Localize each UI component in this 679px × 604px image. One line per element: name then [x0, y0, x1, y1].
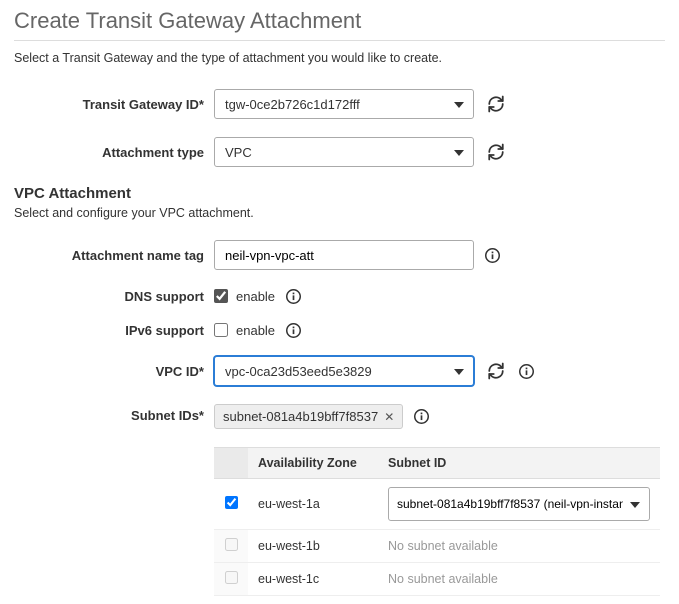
refresh-icon[interactable]	[484, 359, 508, 383]
row-transit-gateway-id: Transit Gateway ID* tgw-0ce2b726c1d172ff…	[14, 89, 665, 119]
close-icon[interactable]: ✕	[384, 410, 394, 424]
label-ipv6-support: IPv6 support	[14, 323, 214, 338]
subnet-row-checkbox	[225, 571, 238, 584]
label-dns-support: DNS support	[14, 289, 214, 304]
vpc-id-select[interactable]: vpc-0ca23d53eed5e3829	[214, 356, 474, 386]
table-row: eu-west-1a subnet-081a4b19bff7f8537 (nei…	[214, 479, 660, 530]
row-attachment-name-tag: Attachment name tag	[14, 240, 665, 270]
dns-support-checkbox-label: enable	[236, 289, 275, 304]
table-row: eu-west-1c No subnet available	[214, 563, 660, 596]
info-icon[interactable]	[285, 322, 301, 338]
row-ipv6-support: IPv6 support enable	[14, 322, 665, 338]
label-transit-gateway-id: Transit Gateway ID*	[14, 97, 214, 112]
dns-support-checkbox-wrap: enable	[214, 289, 275, 304]
label-attachment-name-tag: Attachment name tag	[14, 248, 214, 263]
table-row: eu-west-1b No subnet available	[214, 530, 660, 563]
subnet-row-select[interactable]: subnet-081a4b19bff7f8537 (neil-vpn-insta…	[388, 487, 650, 521]
subnet-row-unavailable: No subnet available	[378, 563, 660, 596]
label-subnet-ids: Subnet IDs*	[14, 404, 214, 423]
selected-subnet-tag[interactable]: subnet-081a4b19bff7f8537 ✕	[214, 404, 403, 429]
subnet-row-unavailable: No subnet available	[378, 530, 660, 563]
row-attachment-type: Attachment type VPC	[14, 137, 665, 167]
subnet-row-az: eu-west-1c	[248, 563, 378, 596]
refresh-icon[interactable]	[484, 92, 508, 116]
ipv6-support-checkbox-label: enable	[236, 323, 275, 338]
vpc-id-select-wrap: vpc-0ca23d53eed5e3829	[214, 356, 474, 386]
subnet-row-az: eu-west-1b	[248, 530, 378, 563]
ipv6-support-checkbox[interactable]	[214, 323, 228, 337]
label-vpc-id: VPC ID*	[14, 364, 214, 379]
info-icon[interactable]	[285, 288, 301, 304]
subnet-row-select-wrap: subnet-081a4b19bff7f8537 (neil-vpn-insta…	[388, 487, 650, 521]
subnet-row-checkbox[interactable]	[225, 496, 238, 509]
info-icon[interactable]	[413, 409, 429, 425]
page-title: Create Transit Gateway Attachment	[14, 8, 665, 41]
selected-subnet-tag-label: subnet-081a4b19bff7f8537	[223, 409, 378, 424]
transit-gateway-id-select-wrap: tgw-0ce2b726c1d172fff	[214, 89, 474, 119]
attachment-name-tag-input[interactable]	[214, 240, 474, 270]
row-subnet-ids: Subnet IDs* subnet-081a4b19bff7f8537 ✕	[14, 404, 665, 429]
subnet-table-header-checkbox	[214, 448, 248, 479]
attachment-type-select-wrap: VPC	[214, 137, 474, 167]
subnet-table-header-az: Availability Zone	[248, 448, 378, 479]
info-icon[interactable]	[484, 247, 500, 263]
refresh-icon[interactable]	[484, 140, 508, 164]
page-description: Select a Transit Gateway and the type of…	[14, 51, 665, 65]
label-attachment-type: Attachment type	[14, 145, 214, 160]
subnet-table-header-subnet-id: Subnet ID	[378, 448, 660, 479]
section-title-vpc-attachment: VPC Attachment	[14, 185, 665, 202]
subnet-row-az: eu-west-1a	[248, 479, 378, 530]
subnet-table: Availability Zone Subnet ID eu-west-1a s…	[214, 447, 660, 596]
row-vpc-id: VPC ID* vpc-0ca23d53eed5e3829	[14, 356, 665, 386]
subnet-row-checkbox	[225, 538, 238, 551]
dns-support-checkbox[interactable]	[214, 289, 228, 303]
subnet-table-wrap: Availability Zone Subnet ID eu-west-1a s…	[214, 447, 665, 596]
attachment-type-select[interactable]: VPC	[214, 137, 474, 167]
ipv6-support-checkbox-wrap: enable	[214, 323, 275, 338]
row-dns-support: DNS support enable	[14, 288, 665, 304]
transit-gateway-id-select[interactable]: tgw-0ce2b726c1d172fff	[214, 89, 474, 119]
section-description: Select and configure your VPC attachment…	[14, 206, 665, 220]
info-icon[interactable]	[518, 363, 534, 379]
